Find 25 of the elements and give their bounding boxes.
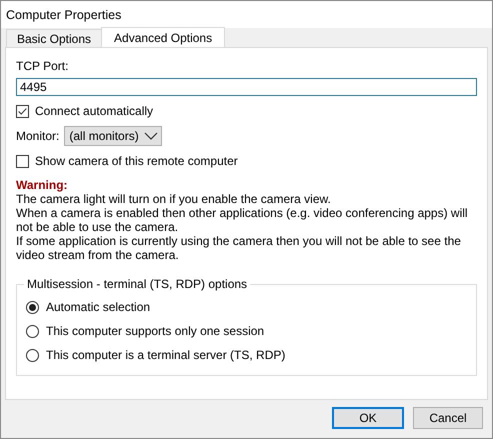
tab[interactable]: Basic Options bbox=[6, 29, 102, 47]
warning-text: If some application is currently using the camera then you will not be able to see the video stream from the camera. bbox=[16, 234, 462, 262]
chevron-down-icon bbox=[144, 132, 158, 140]
window-title: Computer Properties bbox=[6, 8, 122, 22]
monitor-dropdown[interactable]: (all monitors) bbox=[64, 126, 162, 146]
radio-button[interactable] bbox=[26, 300, 39, 314]
ok-button[interactable]: OK bbox=[332, 407, 404, 429]
cancel-button[interactable]: Cancel bbox=[413, 407, 483, 429]
checkbox[interactable] bbox=[16, 104, 29, 118]
checkbox[interactable] bbox=[16, 154, 29, 168]
tab[interactable]: Advanced Options bbox=[101, 27, 226, 47]
field-label: TCP Port: bbox=[16, 59, 70, 73]
port-field[interactable]: 4495 bbox=[16, 78, 477, 96]
field-label: Monitor: bbox=[16, 129, 60, 143]
warning-title: Warning: bbox=[16, 178, 69, 192]
radio-button[interactable] bbox=[26, 324, 39, 338]
radio-button[interactable] bbox=[26, 348, 39, 362]
checkbox-label: Show camera of this remote computer bbox=[35, 154, 238, 168]
checkbox-label: Connect automatically bbox=[35, 104, 154, 118]
radio-label: This computer supports only one session bbox=[46, 324, 264, 338]
warning-text: When a camera is enabled then other applications (e.g. video conferencing apps) will not be able to use the camera. bbox=[16, 206, 469, 234]
radio-label: This computer is a terminal server (TS, RDP) bbox=[46, 348, 286, 362]
warning-text: The camera light will turn on if you enable the camera view. bbox=[16, 192, 332, 206]
radio-label: Automatic selection bbox=[46, 300, 150, 314]
group-title: Multisession - terminal (TS, RDP) options bbox=[26, 277, 248, 291]
